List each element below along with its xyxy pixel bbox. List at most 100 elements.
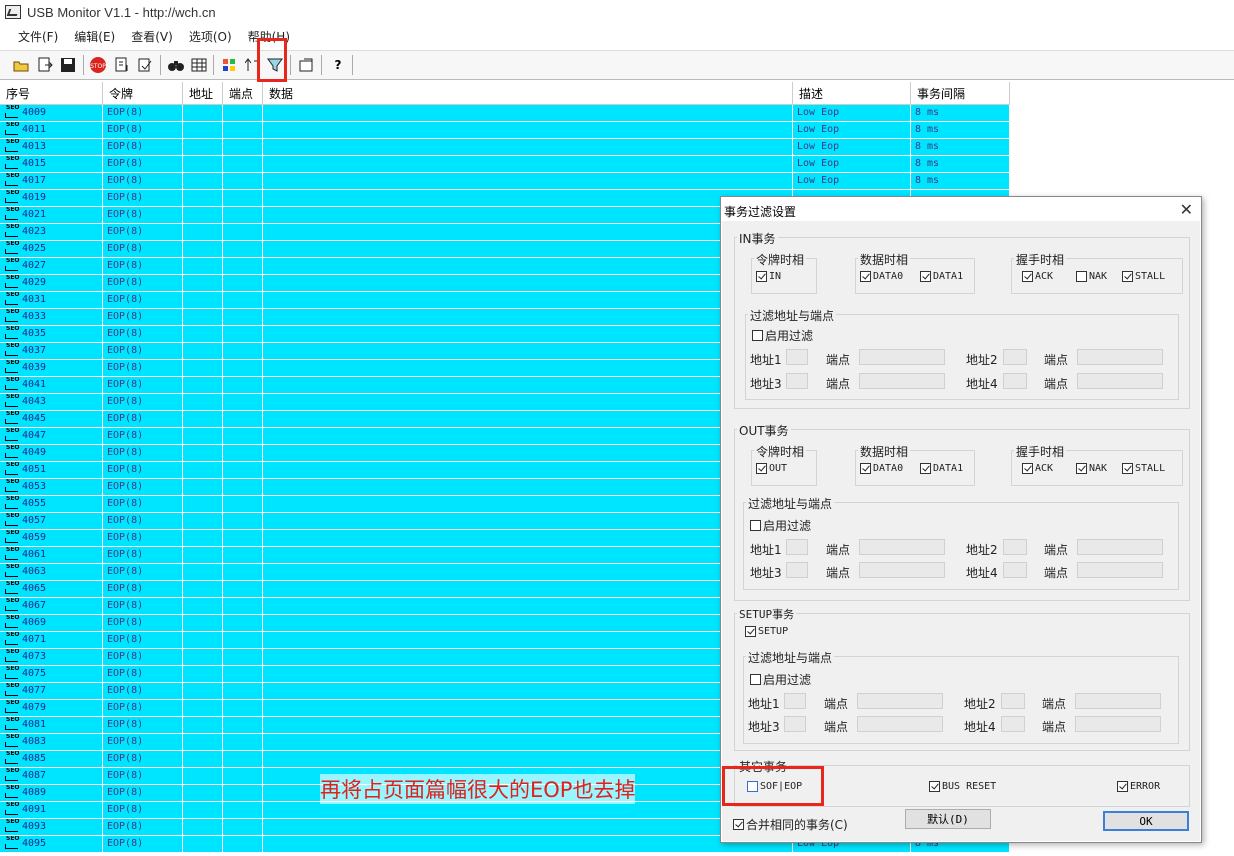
endpoint-cell <box>223 564 263 580</box>
ep1-field[interactable] <box>857 693 943 709</box>
bus-reset-checkbox[interactable]: BUS RESET <box>929 781 996 792</box>
table-row[interactable]: SEO 4011 EOP(8) Low Eop 8 ms <box>0 122 1010 139</box>
ep4-field[interactable] <box>1075 716 1161 732</box>
in-token-checkbox[interactable]: IN <box>756 271 781 282</box>
addr2-field[interactable] <box>1001 693 1025 709</box>
color-icon[interactable] <box>220 56 238 74</box>
menu-view[interactable]: 查看(V) <box>123 28 181 45</box>
menu-file[interactable]: 文件(F) <box>10 28 66 45</box>
endpoint-cell <box>223 343 263 359</box>
endpoint-cell <box>223 479 263 495</box>
addr3-field[interactable] <box>786 562 808 578</box>
data-cell <box>263 173 793 189</box>
packet-icon: SEO <box>4 785 20 799</box>
address-cell <box>183 275 223 291</box>
default-button[interactable]: 默认(D) <box>905 809 991 829</box>
column-header[interactable]: 地址 <box>183 82 223 104</box>
close-icon[interactable]: ✕ <box>1180 200 1193 219</box>
save-icon[interactable] <box>59 56 77 74</box>
address-cell <box>183 309 223 325</box>
table-row[interactable]: SEO 4017 EOP(8) Low Eop 8 ms <box>0 173 1010 190</box>
edit-icon[interactable] <box>136 56 154 74</box>
svg-text:STOP: STOP <box>90 63 106 70</box>
packet-icon: SEO <box>4 564 20 578</box>
out-data-group: 数据时相 DATA0 DATA1 <box>855 443 975 486</box>
settings-icon[interactable] <box>297 56 315 74</box>
addr4-field[interactable] <box>1003 562 1027 578</box>
data-cell <box>263 513 793 529</box>
table-row[interactable]: SEO 4009 EOP(8) Low Eop 8 ms <box>0 105 1010 122</box>
in-enable-filter-checkbox[interactable]: 启用过滤 <box>752 327 813 344</box>
in-nak-checkbox[interactable]: NAK <box>1076 271 1107 282</box>
table-row[interactable]: SEO 4015 EOP(8) Low Eop 8 ms <box>0 156 1010 173</box>
column-header[interactable]: 描述 <box>793 82 911 104</box>
out-token-checkbox[interactable]: OUT <box>756 463 787 474</box>
seq-cell: SEO 4051 <box>0 462 103 478</box>
addr4-field[interactable] <box>1001 716 1025 732</box>
addr2-field[interactable] <box>1003 539 1027 555</box>
data-cell <box>263 105 793 121</box>
stop-icon[interactable]: STOP <box>89 56 107 74</box>
setup-enable-filter-checkbox[interactable]: 启用过滤 <box>750 671 811 688</box>
ep2-field[interactable] <box>1077 539 1163 555</box>
addr1-field[interactable] <box>784 693 806 709</box>
capture-icon[interactable] <box>113 56 131 74</box>
out-data0-checkbox[interactable]: DATA0 <box>860 463 903 474</box>
column-header[interactable]: 序号 <box>0 82 103 104</box>
export-icon[interactable] <box>36 56 54 74</box>
column-header[interactable]: 事务间隔 <box>911 82 1010 104</box>
in-ack-checkbox[interactable]: ACK <box>1022 271 1053 282</box>
toolbar-separator <box>321 55 322 75</box>
in-stall-checkbox[interactable]: STALL <box>1122 271 1165 282</box>
ep3-field[interactable] <box>859 562 945 578</box>
ep4-field[interactable] <box>1077 373 1163 389</box>
group-title: IN事务 <box>737 230 778 247</box>
endpoint-cell <box>223 615 263 631</box>
token-cell: EOP(8) <box>103 156 183 172</box>
addr3-field[interactable] <box>786 373 808 389</box>
seq-cell: SEO 4069 <box>0 615 103 631</box>
ep1-field[interactable] <box>859 349 945 365</box>
address-cell <box>183 241 223 257</box>
ep1-field[interactable] <box>859 539 945 555</box>
token-cell: EOP(8) <box>103 802 183 818</box>
addr3-field[interactable] <box>784 716 806 732</box>
table-icon[interactable] <box>190 56 208 74</box>
out-ack-checkbox[interactable]: ACK <box>1022 463 1053 474</box>
column-header[interactable]: 端点 <box>223 82 263 104</box>
ep4-field[interactable] <box>1077 562 1163 578</box>
ep3-field[interactable] <box>859 373 945 389</box>
in-data1-checkbox[interactable]: DATA1 <box>920 271 963 282</box>
endpoint-cell <box>223 836 263 852</box>
setup-checkbox[interactable]: SETUP <box>745 626 788 637</box>
help-icon[interactable]: ? <box>329 56 347 74</box>
token-cell: EOP(8) <box>103 666 183 682</box>
in-data0-checkbox[interactable]: DATA0 <box>860 271 903 282</box>
endpoint-cell <box>223 139 263 155</box>
seq-cell: SEO 4083 <box>0 734 103 750</box>
column-header[interactable]: 数据 <box>263 82 793 104</box>
out-nak-checkbox[interactable]: NAK <box>1076 463 1107 474</box>
addr1-field[interactable] <box>786 539 808 555</box>
menu-options[interactable]: 选项(O) <box>181 28 240 45</box>
out-data1-checkbox[interactable]: DATA1 <box>920 463 963 474</box>
menu-edit[interactable]: 编辑(E) <box>66 28 123 45</box>
ep2-field[interactable] <box>1075 693 1161 709</box>
ok-button[interactable]: OK <box>1103 811 1189 831</box>
addr1-field[interactable] <box>786 349 808 365</box>
endpoint-cell <box>223 649 263 665</box>
ep2-field[interactable] <box>1077 349 1163 365</box>
ep3-field[interactable] <box>857 716 943 732</box>
find-icon[interactable] <box>167 56 185 74</box>
error-checkbox[interactable]: ERROR <box>1117 781 1160 792</box>
open-folder-icon[interactable] <box>12 56 30 74</box>
out-enable-filter-checkbox[interactable]: 启用过滤 <box>750 517 811 534</box>
out-stall-checkbox[interactable]: STALL <box>1122 463 1165 474</box>
merge-same-transactions-checkbox[interactable]: 合并相同的事务(C) <box>733 816 848 833</box>
addr2-field[interactable] <box>1003 349 1027 365</box>
table-row[interactable]: SEO 4013 EOP(8) Low Eop 8 ms <box>0 139 1010 156</box>
addr4-field[interactable] <box>1003 373 1027 389</box>
data-cell <box>263 207 793 223</box>
address-cell <box>183 700 223 716</box>
column-header[interactable]: 令牌 <box>103 82 183 104</box>
